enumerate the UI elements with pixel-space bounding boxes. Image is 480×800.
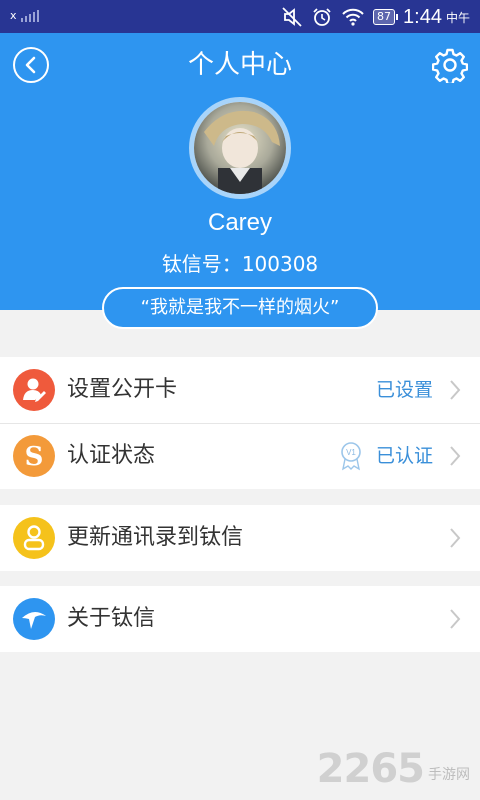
public-card-icon [13,369,55,411]
watermark: 2265 手游网 [317,746,470,792]
chevron-right-icon [450,528,461,548]
user-id-value: 100308 [241,252,319,276]
mute-icon [282,7,302,27]
row-certify-status[interactable]: S 认证状态 V1 已认证 [0,423,480,489]
row-update-contacts[interactable]: 更新通讯录到钛信 [0,505,480,571]
chevron-right-icon [450,446,461,466]
signal-label: x [10,9,17,22]
chevron-right-icon [450,380,461,400]
battery-level: 87 [377,10,392,23]
menu-group-profile: 设置公开卡 已设置 S 认证状态 V1 已认证 [0,357,480,489]
chevron-right-icon [450,609,461,629]
svg-text:V1: V1 [346,448,356,457]
user-id: 钛信号：100308 [0,248,480,277]
alarm-icon [313,8,331,26]
row-public-card[interactable]: 设置公开卡 已设置 [0,357,480,423]
signal-indicator: x [10,9,39,22]
avatar-image [194,102,286,194]
menu-group-contacts: 更新通讯录到钛信 [0,505,480,571]
clock-period: 中午 [445,10,470,25]
avatar[interactable] [189,97,291,199]
username: Carey [207,209,273,236]
clock-time: 1:44 [403,5,442,28]
user-id-label: 钛信号： [161,252,242,276]
row-certify-value: 已认证 [375,445,433,467]
row-about-label: 关于钛信 [67,606,156,631]
settings-button[interactable] [431,47,469,86]
signature-button[interactable]: “我就是我不一样的烟火” [102,287,378,329]
menu-group-about: 关于钛信 [0,586,480,652]
row-about[interactable]: 关于钛信 [0,586,480,652]
v1-badge-icon: V1 [341,442,361,471]
status-bar: x 87 1:44 中午 [0,0,480,33]
row-public-card-value: 已设置 [375,379,433,401]
wifi-icon [342,8,364,26]
s-certify-icon: S [13,435,55,477]
contact-person-icon [13,517,55,559]
row-public-card-label: 设置公开卡 [67,377,178,402]
titanium-logo-icon [13,598,55,640]
page-title: 个人中心 [187,50,292,80]
signal-bars-icon [20,10,39,22]
svg-text:S: S [25,442,44,472]
profile-header: 个人中心 Carey 钛信号：100308 “我就是我不一样的烟火” [0,33,480,329]
watermark-text: 手游网 [428,767,470,783]
row-certify-label: 认证状态 [67,443,156,468]
row-update-contacts-label: 更新通讯录到钛信 [67,525,244,550]
battery-icon: 87 [373,9,399,25]
gear-icon [431,48,469,86]
watermark-number: 2265 [316,746,425,792]
